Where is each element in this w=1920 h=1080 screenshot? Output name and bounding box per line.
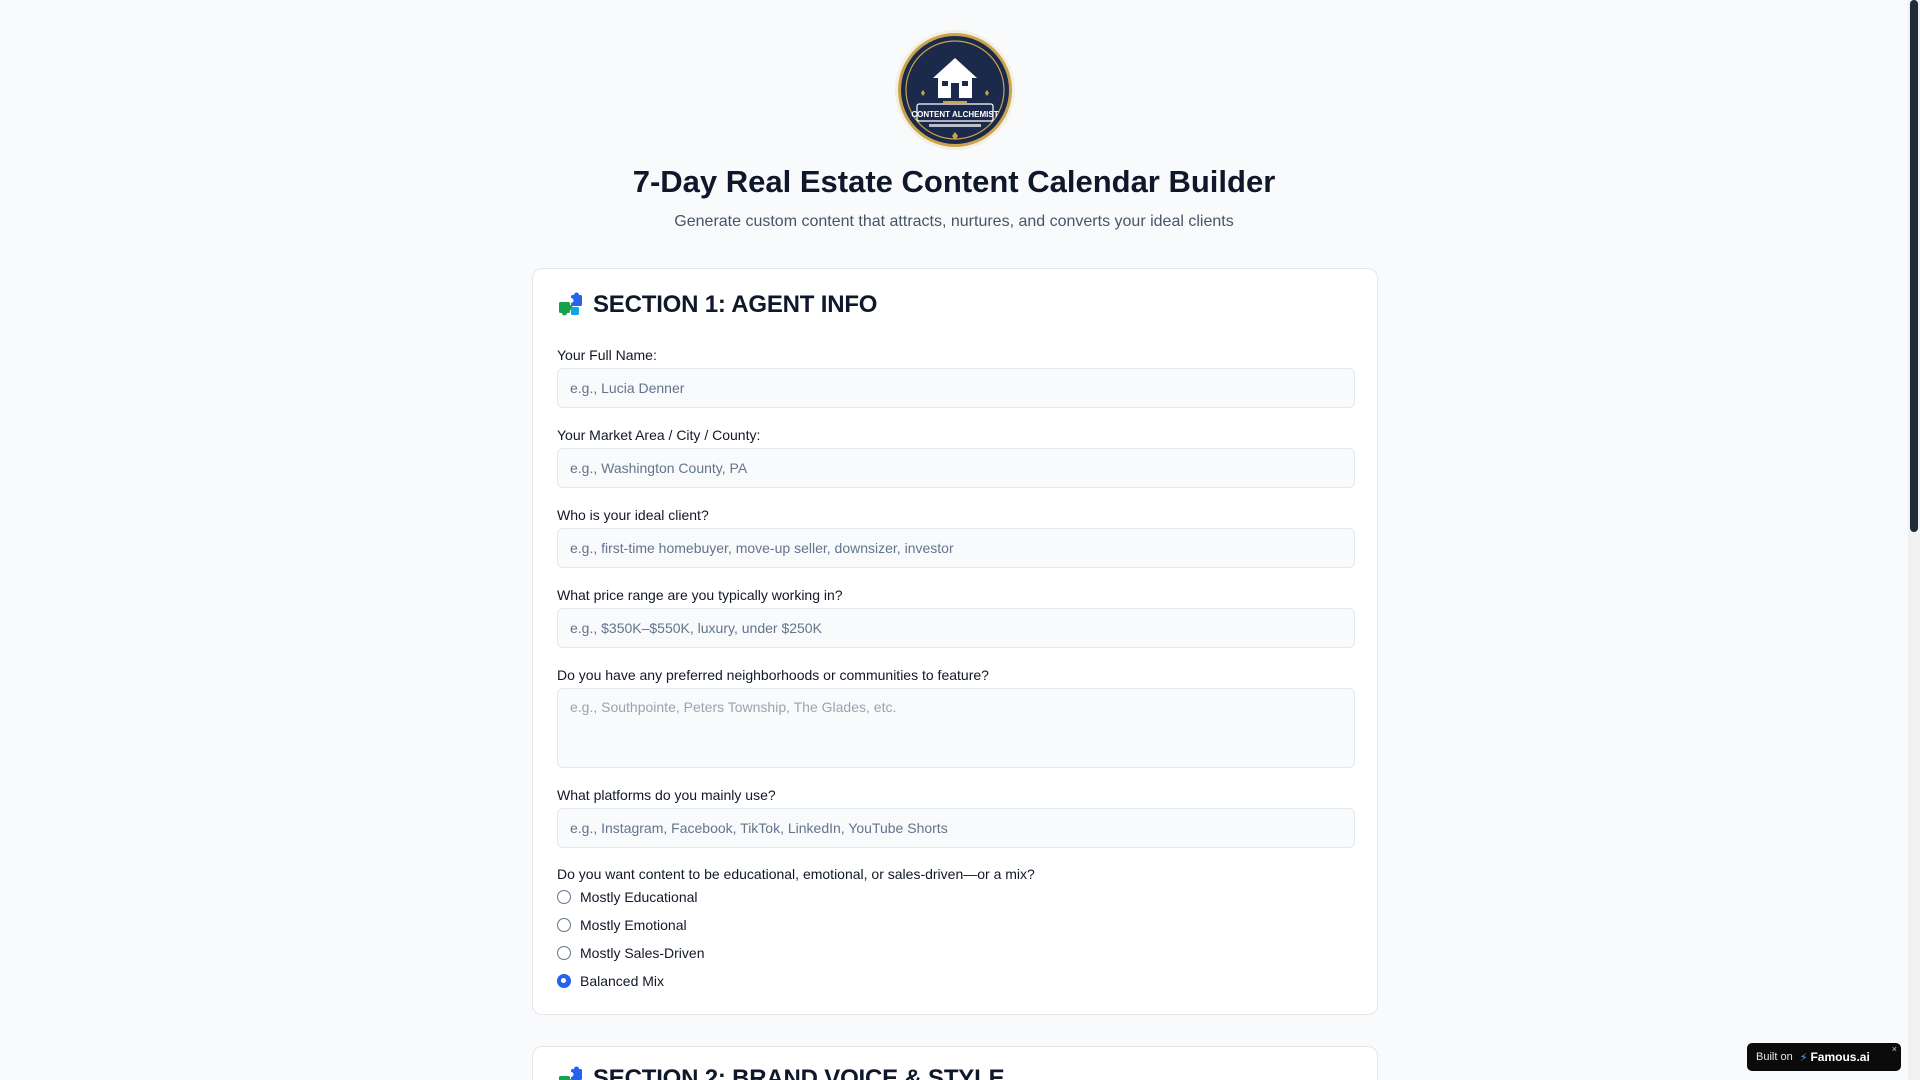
page: CONTENT ALCHEMIST 7-Day Real Estate Cont… bbox=[0, 0, 1908, 1080]
radio-option-balanced-mix[interactable]: Balanced Mix bbox=[557, 967, 1355, 995]
radio-label: Mostly Emotional bbox=[580, 917, 687, 933]
full-name-field: Your Full Name: bbox=[557, 346, 1355, 408]
market-area-field: Your Market Area / City / County: bbox=[557, 426, 1355, 488]
price-range-input[interactable] bbox=[557, 608, 1355, 648]
radio-button[interactable] bbox=[557, 918, 571, 932]
built-on-text: Built on bbox=[1756, 1051, 1793, 1063]
radio-button[interactable] bbox=[557, 890, 571, 904]
full-name-label: Your Full Name: bbox=[557, 347, 657, 363]
price-range-label: What price range are you typically worki… bbox=[557, 587, 843, 603]
platforms-label: What platforms do you mainly use? bbox=[557, 787, 776, 803]
built-on-famous-badge[interactable]: Built on ⚡ Famous.ai × bbox=[1747, 1043, 1901, 1071]
full-name-input[interactable] bbox=[557, 368, 1355, 408]
section-title: SECTION 1: AGENT INFO bbox=[593, 291, 878, 318]
neighborhoods-label: Do you have any preferred neighborhoods … bbox=[557, 667, 989, 683]
section-brand-voice: SECTION 2: BRAND VOICE & STYLE bbox=[532, 1046, 1378, 1080]
content-alchemist-logo: CONTENT ALCHEMIST bbox=[895, 30, 1015, 150]
section-title: SECTION 2: BRAND VOICE & STYLE bbox=[593, 1065, 1005, 1080]
famous-brand: Famous.ai bbox=[1810, 1050, 1870, 1064]
section-header: SECTION 1: AGENT INFO bbox=[557, 291, 877, 319]
radio-label: Mostly Sales-Driven bbox=[580, 945, 705, 961]
ideal-client-label: Who is your ideal client? bbox=[557, 507, 709, 523]
platforms-input[interactable] bbox=[557, 808, 1355, 848]
price-range-field: What price range are you typically worki… bbox=[557, 586, 1355, 648]
section-header: SECTION 2: BRAND VOICE & STYLE bbox=[557, 1065, 1005, 1080]
radio-label: Mostly Educational bbox=[580, 889, 698, 905]
logo-text: CONTENT ALCHEMIST bbox=[911, 110, 998, 119]
close-icon[interactable]: × bbox=[1892, 1044, 1897, 1054]
radio-button-selected[interactable] bbox=[557, 974, 571, 988]
radio-label: Balanced Mix bbox=[580, 973, 665, 989]
radio-option-educational[interactable]: Mostly Educational bbox=[557, 883, 1355, 911]
section-agent-info: SECTION 1: AGENT INFO Your Full Name: Yo… bbox=[532, 268, 1378, 1015]
ideal-client-input[interactable] bbox=[557, 528, 1355, 568]
market-area-label: Your Market Area / City / County: bbox=[557, 427, 761, 443]
scrollbar-thumb[interactable] bbox=[1910, 0, 1918, 532]
page-title: 7-Day Real Estate Content Calendar Build… bbox=[632, 164, 1276, 199]
radio-option-sales-driven[interactable]: Mostly Sales-Driven bbox=[557, 939, 1355, 967]
content-style-radio-group: Do you want content to be educational, e… bbox=[557, 865, 1355, 995]
neighborhoods-field: Do you have any preferred neighborhoods … bbox=[557, 666, 1355, 773]
radio-button[interactable] bbox=[557, 946, 571, 960]
content-style-question: Do you want content to be educational, e… bbox=[557, 866, 1035, 882]
radio-option-emotional[interactable]: Mostly Emotional bbox=[557, 911, 1355, 939]
scrollbar[interactable] bbox=[1908, 0, 1920, 1080]
puzzle-icon bbox=[559, 292, 582, 316]
puzzle-icon bbox=[559, 1066, 582, 1080]
page-subtitle: Generate custom content that attracts, n… bbox=[674, 213, 1234, 230]
bolt-icon: ⚡ bbox=[1799, 1051, 1808, 1064]
ideal-client-field: Who is your ideal client? bbox=[557, 506, 1355, 568]
market-area-input[interactable] bbox=[557, 448, 1355, 488]
platforms-field: What platforms do you mainly use? bbox=[557, 786, 1355, 848]
neighborhoods-textarea[interactable] bbox=[557, 688, 1355, 768]
